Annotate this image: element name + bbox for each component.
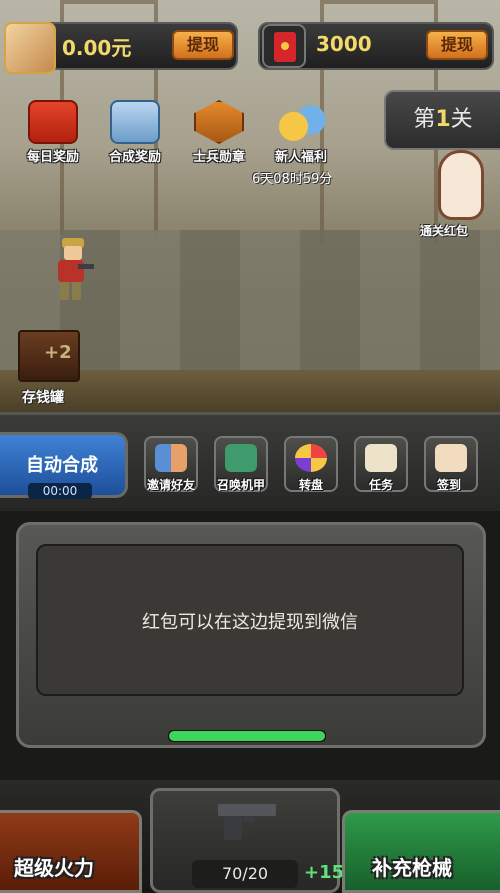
redpack-withdraw-button[interactable]: 提现: [426, 30, 488, 60]
daily-reward-label: 每日奖励: [26, 150, 79, 165]
auto-merge-label: 自动合成: [26, 455, 98, 476]
cash-withdraw-button[interactable]: 提现: [172, 30, 234, 60]
level-indicator[interactable]: 第1关: [384, 90, 500, 150]
player-avatar[interactable]: [4, 22, 56, 74]
redpack-amount: 3000: [316, 32, 372, 56]
merge-reward-button[interactable]: 合成奖励: [96, 100, 174, 165]
ammo-count: 70/20: [192, 860, 298, 888]
level-reward-label[interactable]: 通关红包: [420, 222, 468, 239]
progress-fill: [169, 731, 325, 741]
panel-message: 红包可以在这边提现到微信: [142, 612, 358, 633]
wheel-label: 转盘: [298, 478, 323, 492]
task-label: 任务: [368, 478, 393, 492]
invite-friends-label: 邀请好友: [146, 478, 195, 492]
newbie-gift-icon: [276, 100, 326, 144]
soldier-medal-icon: [194, 100, 244, 144]
task-icon: [365, 444, 397, 472]
pistol-icon: [218, 804, 276, 840]
piggy-bank-label: 存钱罐: [22, 390, 64, 406]
piggy-bank-plus: +2: [44, 342, 72, 363]
level-number: 1: [435, 107, 451, 132]
pointing-hand-icon: [438, 150, 484, 220]
level-prefix: 第: [413, 107, 436, 132]
ammo-bonus: +15: [304, 862, 345, 883]
invite-friends-icon: [155, 444, 187, 472]
daily-reward-button[interactable]: 每日奖励: [14, 100, 92, 165]
newbie-gift-label: 新人福利: [274, 150, 327, 165]
merge-reward-label: 合成奖励: [108, 150, 161, 165]
auto-merge-timer: 00:00: [28, 483, 92, 499]
newbie-countdown: 6天08时59分: [252, 172, 333, 187]
soldier-medal-label: 士兵勋章: [192, 150, 245, 165]
merge-reward-icon: [110, 100, 160, 144]
checkin-icon: [435, 444, 467, 472]
newbie-gift-button[interactable]: 新人福利: [262, 100, 340, 165]
refill-guns-label: 补充枪械: [372, 856, 452, 880]
wheel-icon: [295, 444, 327, 472]
red-envelope-icon: [262, 24, 306, 68]
super-fire-label: 超级火力: [14, 856, 94, 880]
checkin-label: 签到: [436, 478, 461, 492]
soldier-medal-button[interactable]: 士兵勋章: [180, 100, 258, 165]
summon-mech-icon: [225, 444, 257, 472]
progress-bar: [168, 730, 326, 742]
level-suffix: 关: [450, 107, 473, 132]
daily-reward-icon: [28, 100, 78, 144]
cash-amount: 0.00元: [62, 36, 132, 60]
soldier-character[interactable]: [48, 236, 96, 304]
auto-merge-button[interactable]: 自动合成 00:00: [0, 432, 128, 499]
summon-mech-label: 召唤机甲: [216, 478, 265, 492]
